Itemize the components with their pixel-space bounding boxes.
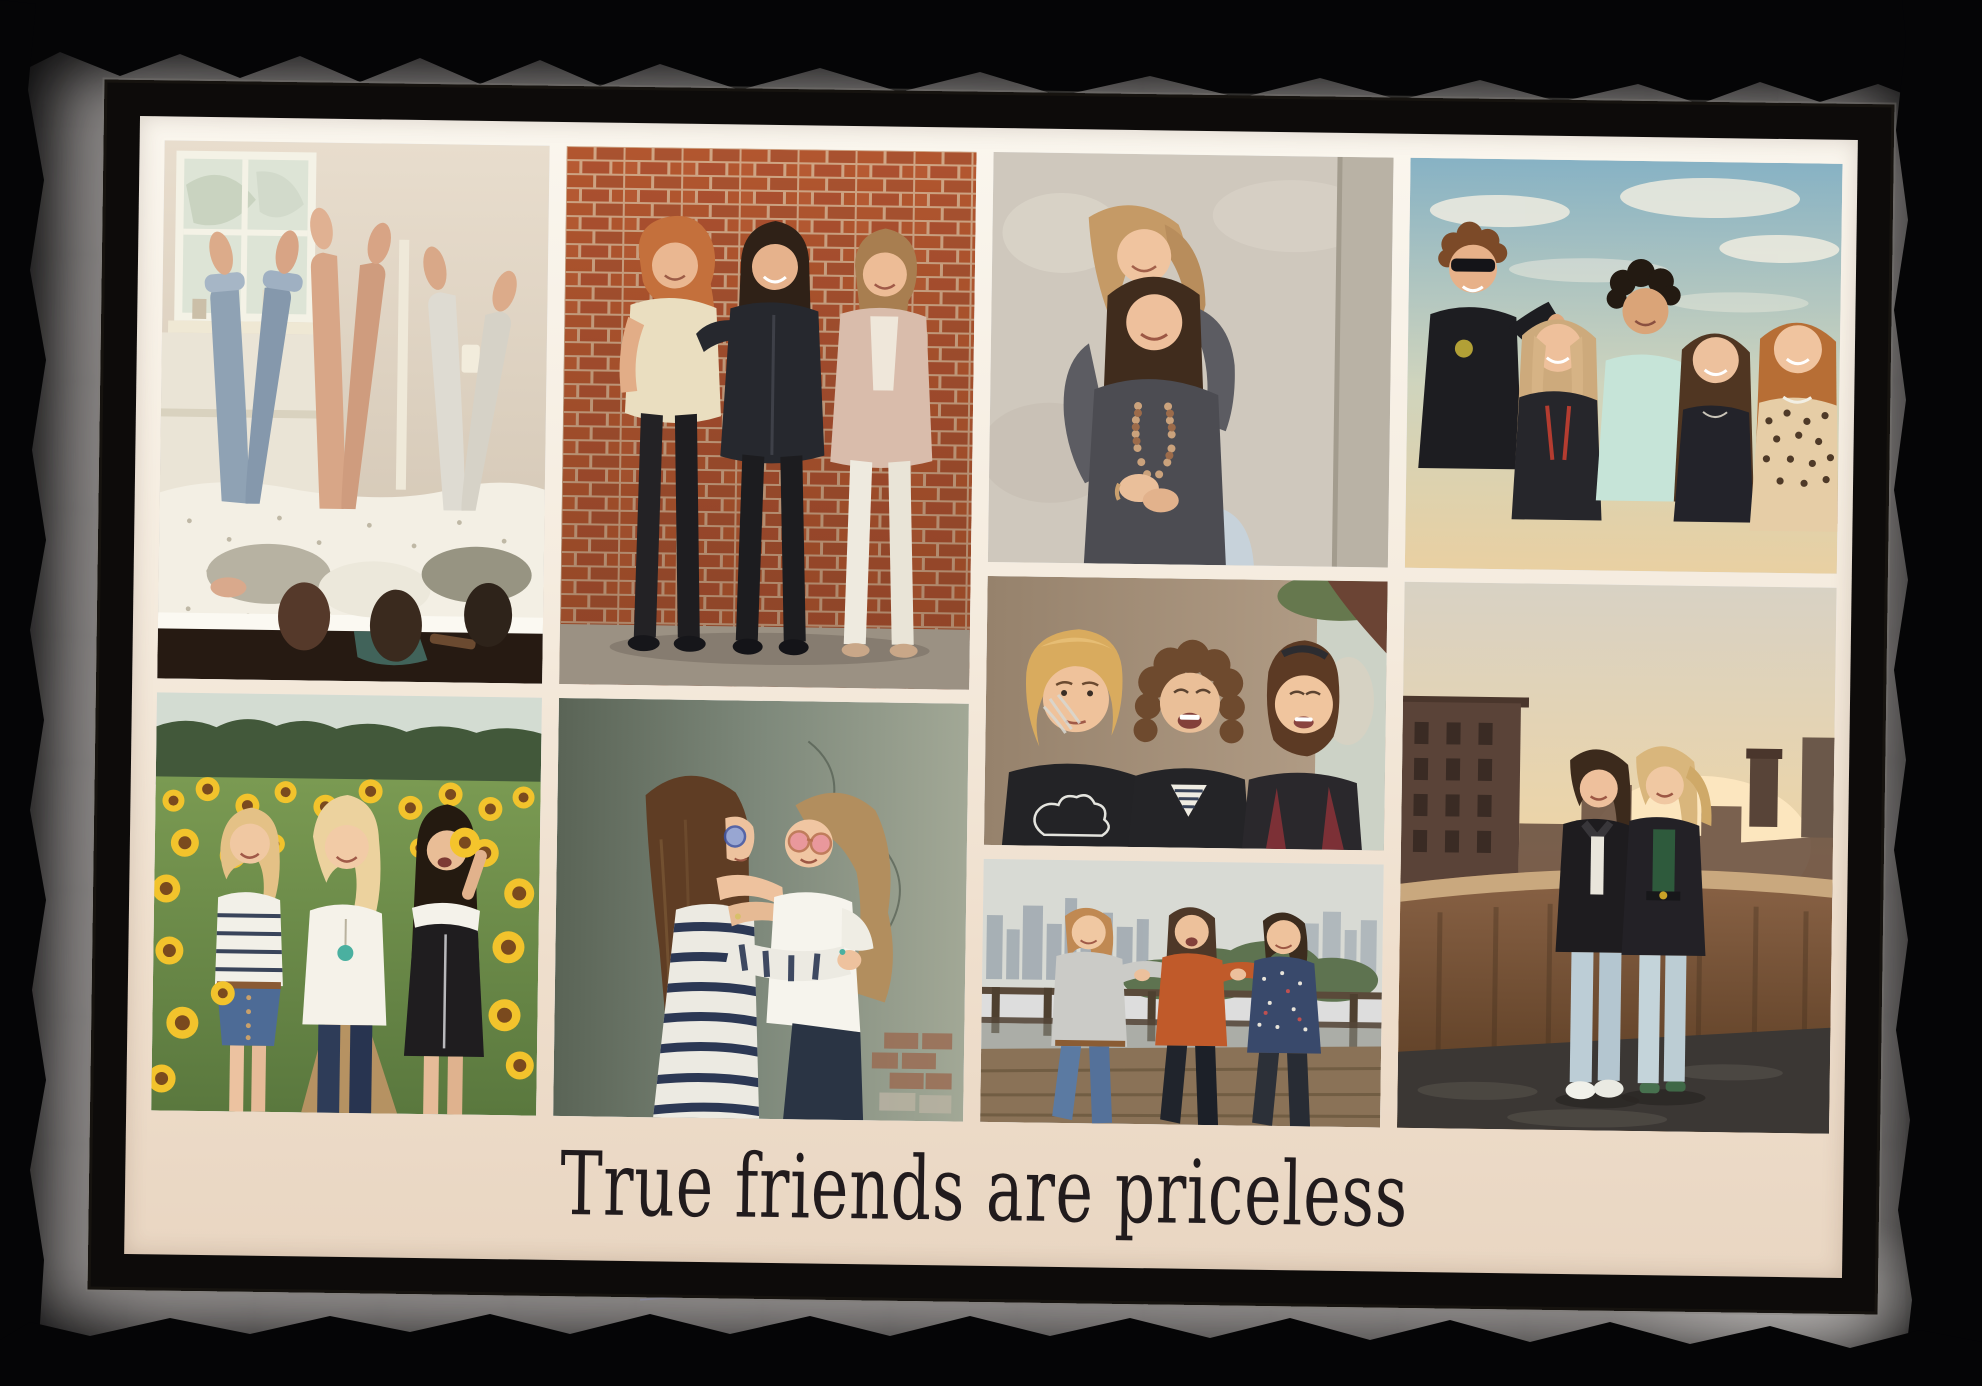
- caption-text: True friends are priceless: [365, 1135, 1603, 1245]
- photo-brick-wall-trio: [559, 146, 976, 690]
- photo-portrait-trio-illustration: [984, 576, 1388, 851]
- photo-portrait-trio: [984, 576, 1388, 851]
- photo-bridge-walk-illustration: [980, 859, 1384, 1128]
- picture-frame: True friends are priceless: [88, 80, 1895, 1315]
- photo-brick-wall-trio-illustration: [559, 146, 976, 690]
- photo-bridge-walk-trio: [980, 859, 1384, 1128]
- collage-mat-board: True friends are priceless: [124, 116, 1858, 1278]
- photo-hugging-pair-illustration: [988, 152, 1394, 568]
- framed-collage-mockup: True friends are priceless: [0, 0, 1982, 1386]
- photo-bed-legs: [157, 140, 549, 683]
- photo-hugging-pair: [988, 152, 1394, 568]
- photo-rooftop-pair-illustration: [1397, 582, 1837, 1134]
- photo-five-friends-illustration: [1405, 158, 1843, 574]
- photo-rooftop-pair: [1397, 582, 1837, 1134]
- photo-sunflower-field-trio: [151, 692, 542, 1115]
- photo-sunglasses-hug-illustration: [553, 698, 969, 1122]
- photo-bed-legs-illustration: [157, 140, 549, 683]
- photo-five-friends: [1405, 158, 1843, 574]
- photo-sunglasses-hug: [553, 698, 969, 1122]
- photo-sunflower-field-illustration: [151, 692, 542, 1115]
